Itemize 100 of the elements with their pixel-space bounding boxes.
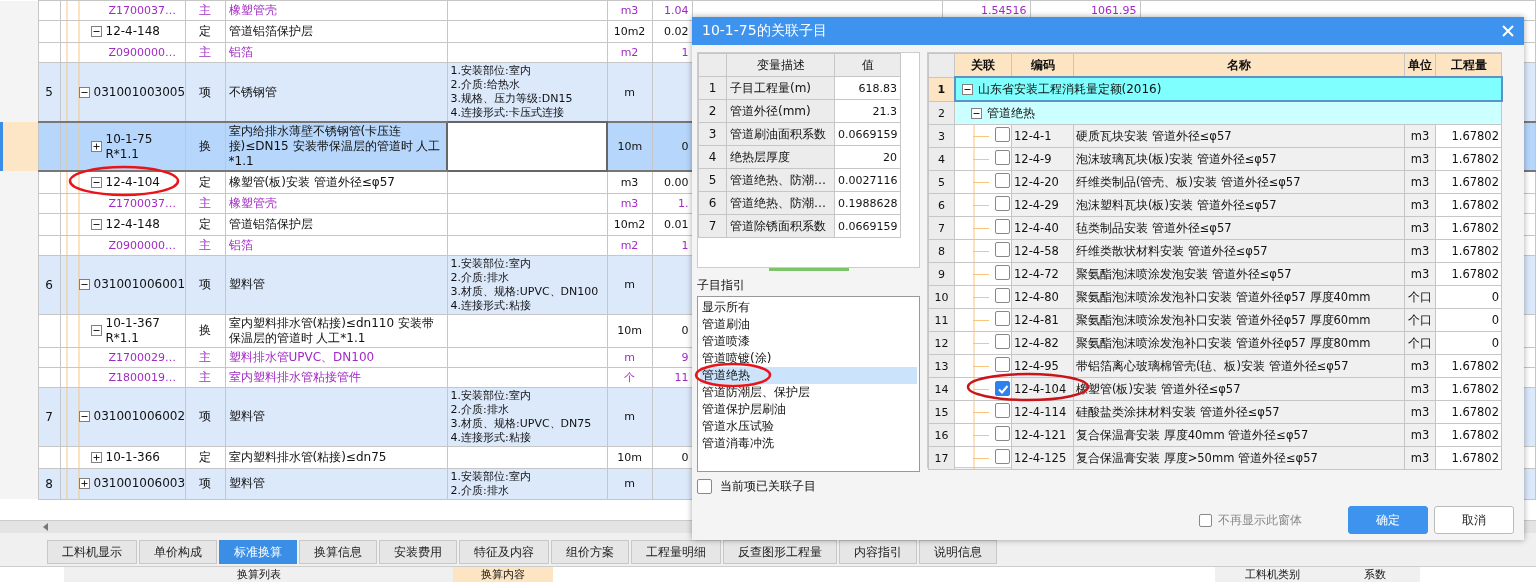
name-cell: 聚氨酯泡沫喷涂发泡补口安装 管道外径φ57 厚度80mm (1073, 331, 1405, 355)
row-number[interactable]: 8 (928, 239, 955, 263)
checkbox[interactable] (995, 381, 1010, 397)
group-name[interactable]: 管道绝热 (987, 104, 1035, 122)
input-field[interactable] (447, 122, 607, 171)
feature-line: 2.介质:排水 (450, 483, 510, 498)
row-number[interactable]: 9 (928, 262, 955, 286)
name-cell: 塑料管 (225, 468, 447, 499)
row-number[interactable]: 3 (928, 124, 955, 148)
row-header[interactable] (0, 122, 38, 171)
row-number[interactable]: 2 (928, 101, 955, 125)
row-number[interactable]: 6 (928, 193, 955, 217)
item-code: 12-4-148 (105, 216, 160, 232)
list-item[interactable]: 管道消毒冲洗 (700, 435, 917, 453)
checkbox[interactable] (995, 150, 1010, 166)
row-number: 6 (698, 191, 727, 215)
minus-icon[interactable] (90, 218, 102, 230)
checkbox[interactable] (995, 173, 1010, 189)
cancel-button[interactable]: 取消 (1434, 506, 1514, 535)
column-header: 变量描述 (726, 53, 835, 77)
row-number[interactable]: 7 (928, 216, 955, 240)
plus-icon[interactable] (90, 141, 102, 152)
list-item[interactable]: 管道刷油 (700, 316, 917, 334)
checkbox[interactable] (995, 265, 1010, 281)
tab[interactable]: 反查图形工程量 (723, 540, 837, 564)
plus-icon[interactable] (78, 478, 90, 489)
item-code: 10-1-367 (105, 315, 160, 331)
tab[interactable]: 说明信息 (919, 540, 997, 564)
row-number[interactable]: 14 (928, 377, 955, 401)
minus-icon[interactable] (90, 325, 102, 336)
name-cell: 聚氨酯泡沫喷涂发泡补口安装 管道外径φ57 厚度60mm (1073, 308, 1405, 332)
checkbox[interactable] (1199, 513, 1212, 527)
item-code: 031001006002 (93, 409, 184, 424)
row-number[interactable]: 13 (928, 354, 955, 378)
unit-cell: m2 (607, 235, 652, 255)
feature-line: 4.连接形式:粘接 (450, 430, 532, 445)
tab[interactable]: 单价构成 (139, 540, 217, 564)
left-arrow-icon[interactable] (42, 523, 50, 531)
checkbox[interactable] (995, 196, 1010, 212)
close-icon[interactable] (1502, 25, 1514, 38)
item-code: 12-4-148 (105, 24, 160, 39)
checkbox[interactable] (995, 127, 1010, 143)
list-item[interactable]: 管道喷漆 (700, 333, 917, 351)
minus-icon[interactable] (961, 83, 973, 95)
checkbox[interactable] (995, 357, 1010, 373)
type-cell: 定 (185, 446, 225, 468)
row-number[interactable]: 17 (928, 446, 955, 470)
row-number[interactable]: 15 (928, 400, 955, 424)
row-number[interactable]: 4 (928, 147, 955, 171)
list-item[interactable]: 管道防潮层、保护层 (700, 384, 917, 402)
plus-icon[interactable] (90, 451, 102, 463)
checkbox[interactable] (995, 311, 1010, 327)
row-number[interactable]: 16 (928, 423, 955, 447)
checkbox[interactable] (995, 288, 1010, 304)
tab[interactable]: 工程量明细 (631, 540, 721, 564)
checkbox[interactable] (995, 426, 1010, 442)
row-number[interactable]: 10 (928, 285, 955, 309)
tab[interactable]: 工料机显示 (47, 540, 137, 564)
checkbox[interactable] (995, 403, 1010, 419)
feature-line: 2.介质:给热水 (450, 78, 521, 92)
row-number: 3 (698, 122, 727, 146)
minus-icon[interactable] (971, 107, 982, 119)
name-cell: 复合保温膏安装 厚度>50mm 管道外径≤φ57 (1073, 446, 1405, 470)
checkbox[interactable] (995, 242, 1010, 258)
minus-icon[interactable] (90, 26, 102, 37)
minus-icon[interactable] (90, 176, 102, 188)
item-code: 10-1-366 (105, 449, 160, 465)
name-cell: 塑料管 (225, 255, 447, 314)
name-cell: 铝箔 (225, 235, 447, 255)
code-cell: 12-4-81 (1011, 308, 1074, 332)
row-number[interactable]: 1 (928, 77, 955, 102)
feature-line: 3.材质、规格:UPVC、DN100 (450, 284, 600, 299)
checkbox[interactable] (697, 478, 712, 494)
code-cell: 12-4-72 (1011, 262, 1074, 286)
type-cell: 主 (185, 367, 225, 387)
tab[interactable]: 特征及内容 (459, 540, 549, 564)
unit-cell: m3 (607, 193, 652, 213)
tab[interactable]: 换算信息 (299, 540, 377, 564)
list-item[interactable]: 管道水压试验 (700, 418, 917, 436)
row-number[interactable]: 11 (928, 308, 955, 332)
list-item[interactable]: 管道保护层刷油 (700, 401, 917, 419)
minus-icon[interactable] (78, 279, 90, 290)
checkbox[interactable] (995, 449, 1010, 465)
unit-cell: m (607, 255, 652, 314)
row-number: 2 (698, 99, 727, 123)
row-number[interactable]: 5 (928, 170, 955, 194)
item-code: 031001006003 (93, 476, 184, 491)
list-item[interactable]: 管道绝热 (700, 367, 917, 385)
checkbox[interactable] (995, 334, 1010, 350)
tab[interactable]: 安装费用 (379, 540, 457, 564)
row-number[interactable]: 12 (928, 331, 955, 355)
tab[interactable]: 组价方案 (551, 540, 629, 564)
type-cell: 主 (185, 235, 225, 255)
minus-icon[interactable] (78, 411, 90, 422)
list-item[interactable]: 显示所有 (700, 299, 917, 317)
type-cell: 定 (185, 213, 225, 235)
checkbox[interactable] (995, 219, 1010, 235)
minus-icon[interactable] (78, 86, 90, 98)
item-code: Z0900000… (108, 237, 177, 253)
tab[interactable]: 内容指引 (839, 540, 917, 564)
